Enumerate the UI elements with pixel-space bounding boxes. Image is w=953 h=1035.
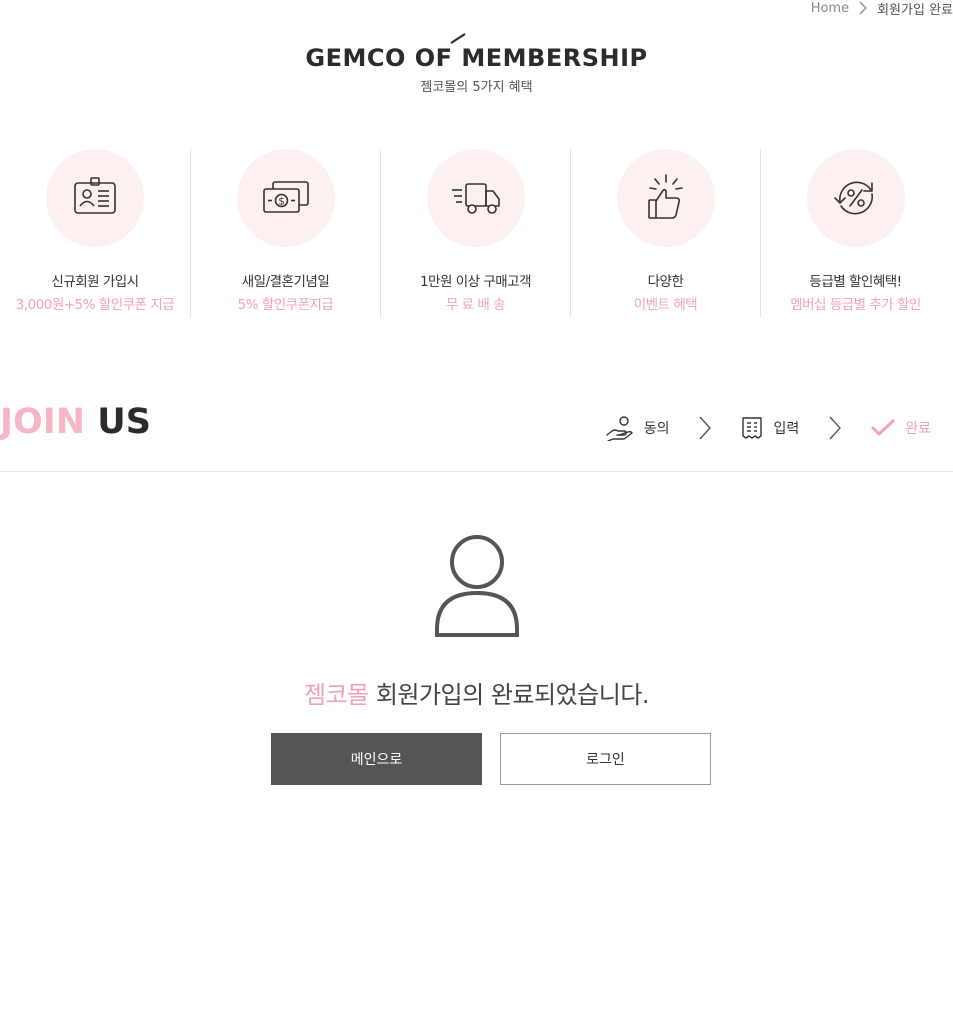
chevron-right-icon [699,416,712,440]
step-label: 입력 [773,421,800,437]
page-subtitle: 젬코몰의 5가지 혜택 [420,80,533,95]
join-title-pink: JOIN [0,402,86,442]
signup-steps: 동의 입력 완료 [606,414,931,442]
chevron-right-icon [859,1,868,15]
accent-slash-icon [450,33,466,44]
benefit-title: 1만원 이상 구매고객 [419,274,532,290]
benefits-list: 신규회원 가입시 3,000원+5% 할인쿠폰 지급 $ 새일/결혼기념일 5%… [0,149,953,318]
step-agree: 동의 [606,415,670,441]
benefit-title: 다양한 [647,274,684,290]
benefit-icon-circle [46,149,144,247]
benefit-desc: 이벤트 혜택 [633,297,698,313]
action-buttons: 메인으로 로그인 [271,733,711,785]
membership-hero: GEMCO OF MEMBERSHIP 젬코몰의 5가지 혜택 [0,30,953,95]
percent-icon [833,181,873,215]
step-label: 완료 [905,421,931,437]
benefit-title: 새일/결혼기념일 [241,274,330,290]
benefit-item-shipping: 1만원 이상 구매고객 무 료 배 송 [380,149,570,318]
completion-section: 젬코몰 회원가입의 완료되었습니다. [0,535,953,710]
page-title: GEMCO OF MEMBERSHIP [305,44,648,72]
benefit-icon-circle: $ [236,149,335,247]
benefit-icon-circle [426,149,525,247]
breadcrumb-home-link[interactable]: Home [811,1,849,16]
join-header: JOIN US 동의 입력 완료 [0,392,953,472]
benefit-desc: 5% 할인쿠폰지급 [237,297,334,313]
benefit-desc: 3,000원+5% 할인쿠폰 지급 [15,297,175,313]
benefit-desc: 무 료 배 송 [445,297,506,313]
benefit-item-events: 다양한 이벤트 혜택 [570,149,760,318]
benefit-desc: 멤버십 등급별 추가 할인 [790,297,921,313]
benefit-title: 등급별 할인혜택! [809,274,902,290]
breadcrumb-current: 회원가입 완료 [877,2,953,18]
benefit-icon-circle [806,149,905,247]
join-title: JOIN US [0,402,151,442]
benefit-item-signup: 신규회원 가입시 3,000원+5% 할인쿠폰 지급 [0,149,190,318]
benefit-item-grade-discount: 등급별 할인혜택! 멤버십 등급별 추가 할인 [760,149,950,318]
benefit-title: 신규회원 가입시 [51,274,139,290]
step-label: 동의 [643,421,670,437]
breadcrumb: Home 회원가입 완료 [811,0,953,18]
check-icon [871,419,895,436]
id-card-icon [74,177,116,214]
completion-text: 회원가입의 완료되었습니다. [368,681,650,709]
money-icon: $ [262,181,309,213]
completion-message: 젬코몰 회원가입의 완료되었습니다. [0,675,953,710]
truck-icon [451,183,500,214]
benefit-icon-circle [616,149,715,247]
join-title-dark: US [97,402,151,442]
user-icon [434,535,519,637]
step-complete: 완료 [871,418,931,438]
login-button[interactable]: 로그인 [500,733,711,785]
svg-text:$: $ [278,197,284,208]
thumbs-up-icon [647,174,683,219]
brand-name: 젬코몰 [303,681,369,709]
hand-agree-icon [606,416,633,441]
go-main-button[interactable]: 메인으로 [271,733,482,785]
hero-title-wrap: GEMCO OF MEMBERSHIP [305,30,647,72]
step-input: 입력 [741,416,799,440]
form-icon [742,417,763,439]
benefit-item-anniversary: $ 새일/결혼기념일 5% 할인쿠폰지급 [190,149,380,318]
chevron-right-icon [829,416,842,440]
